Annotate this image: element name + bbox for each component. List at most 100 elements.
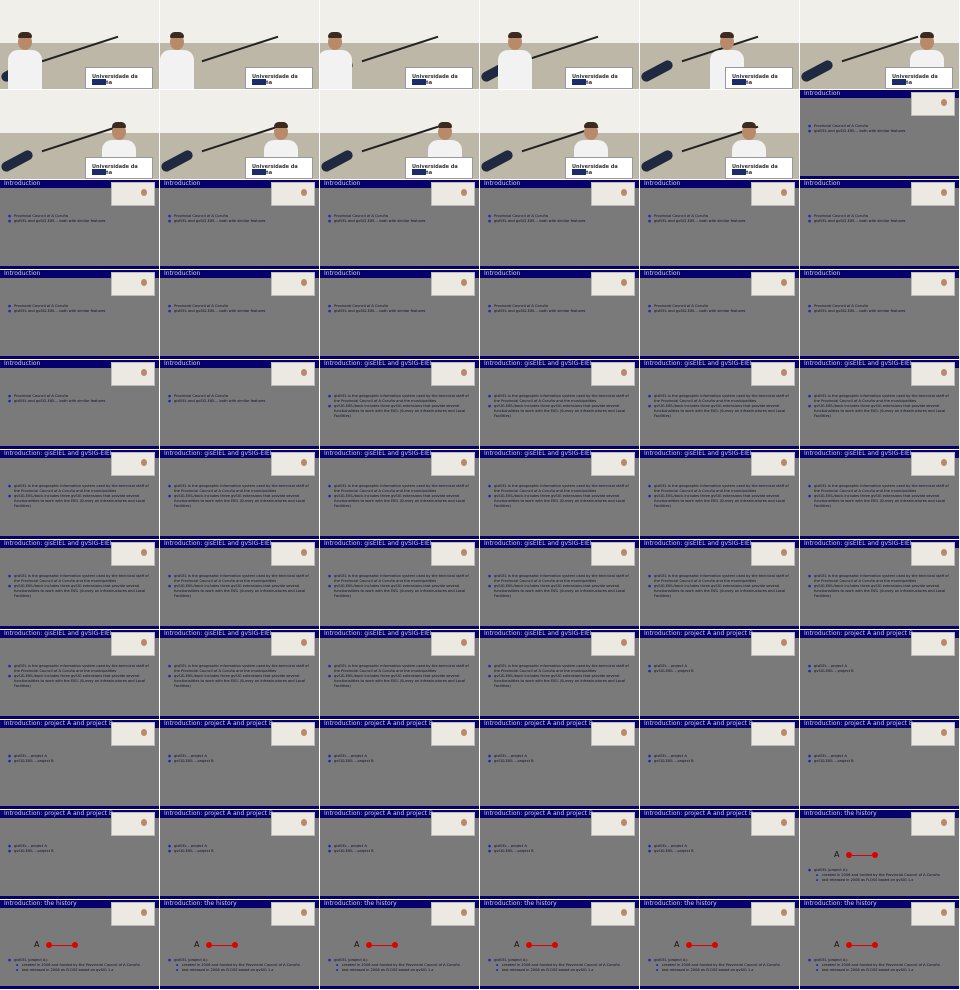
- slide-frame: Introduction: gisEIEL and gvSIG-EIEL gisE…: [480, 630, 639, 719]
- diagram-node: [232, 942, 238, 948]
- slide-frame: Introduction: project A and project B gis…: [800, 630, 959, 719]
- projection-screen: [640, 90, 799, 133]
- slide-bullet: gisEIEL is the geographic information sy…: [488, 574, 633, 584]
- slide-title: Introduction: project A and project B: [164, 810, 274, 817]
- speaker-hair: [742, 122, 756, 128]
- speaker-inset-video: [271, 542, 315, 566]
- slide-body: Provincial Council of A CoruñagisEIEL an…: [808, 124, 953, 134]
- slide-footer: [160, 806, 319, 809]
- slide-bullet: gisEIEL is the geographic information sy…: [648, 574, 793, 584]
- speaker-inset-video: [591, 902, 635, 926]
- diagram-label: A: [194, 940, 200, 949]
- diagram-arrow: [212, 945, 232, 946]
- slide-body: gisEIEL – project AgvSIG-EIEL – project …: [808, 664, 953, 674]
- slide-frame: Introduction: the history AgisEIEL (proje…: [160, 900, 319, 989]
- slide-body: gisEIEL – project AgvSIG-EIEL – project …: [488, 844, 633, 854]
- slide-title: Introduction: gisEIEL and gvSIG-EIEL: [324, 450, 434, 457]
- slide-bullet: last released in 2008 as FLOSS based on …: [488, 968, 633, 973]
- slide-bullet: gvSIG-EIEL/back includes three gvSIG ext…: [8, 494, 153, 509]
- slide-body: gisEIEL (project A):created in 2006 and …: [648, 958, 793, 973]
- slide-bullet: gvSIG-EIEL – project B: [8, 849, 153, 854]
- slide-title: Introduction: project A and project B: [324, 720, 434, 727]
- podium-logo: [412, 169, 426, 175]
- diagram-label: A: [674, 940, 680, 949]
- slide-body: gisEIEL – project AgvSIG-EIEL – project …: [648, 754, 793, 764]
- projection-screen: [480, 90, 639, 133]
- speaker-inset-video: [271, 182, 315, 206]
- diagram-arrow: [372, 945, 392, 946]
- slide-title: Introduction: project A and project B: [804, 630, 914, 637]
- slide-footer: [0, 806, 159, 809]
- slide-body: gisEIEL is the geographic information sy…: [328, 664, 473, 689]
- slide-body: Provincial Council of A CoruñagisEIEL an…: [8, 394, 153, 404]
- slide-title: Introduction: gisEIEL and gvSIG-EIEL: [4, 540, 114, 547]
- camera-frame: Universidade da Coruña: [320, 90, 479, 179]
- diagram-node: [552, 942, 558, 948]
- slide-body: gisEIEL is the geographic information sy…: [648, 574, 793, 599]
- slide-bullet: gisEIEL is the geographic information sy…: [488, 484, 633, 494]
- slide-footer: [800, 716, 959, 719]
- slide-bullet: gvSIG-EIEL/back includes three gvSIG ext…: [488, 584, 633, 599]
- slide-frame: Introduction: gisEIEL and gvSIG-EIEL gisE…: [480, 360, 639, 449]
- slide-frame: Introduction: the history AgisEIEL (proje…: [800, 810, 959, 899]
- slide-title: Introduction: [164, 360, 201, 367]
- slide-footer: [160, 266, 319, 269]
- slide-title: Introduction: [644, 180, 681, 187]
- slide-bullet: gisEIEL and gvSIG-EIEL – both with simil…: [808, 129, 953, 134]
- speaker-inset-video: [591, 722, 635, 746]
- slide-bullet: gvSIG-EIEL/back includes three gvSIG ext…: [648, 494, 793, 509]
- slide-bullet: gisEIEL is the geographic information sy…: [328, 664, 473, 674]
- slide-body: gisEIEL is the geographic information sy…: [328, 394, 473, 419]
- speaker-body: [160, 50, 194, 89]
- slide-frame: Introduction: project A and project B gis…: [0, 720, 159, 809]
- slide-title: Introduction: gisEIEL and gvSIG-EIEL: [324, 360, 434, 367]
- slide-body: gisEIEL – project AgvSIG-EIEL – project …: [648, 844, 793, 854]
- speaker-inset-video: [431, 812, 475, 836]
- slide-title: Introduction: the history: [644, 900, 717, 907]
- slide-footer: [160, 446, 319, 449]
- slide-bullet: gvSIG-EIEL – project B: [648, 759, 793, 764]
- slide-bullet: gvSIG-EIEL/back includes three gvSIG ext…: [648, 584, 793, 599]
- slide-frame: Introduction: project A and project B gis…: [800, 720, 959, 809]
- slide-footer: [800, 446, 959, 449]
- slide-title: Introduction: the history: [804, 900, 877, 907]
- speaker-inset-video: [111, 632, 155, 656]
- speaker-inset-video: [911, 722, 955, 746]
- slide-body: gisEIEL – project AgvSIG-EIEL – project …: [168, 844, 313, 854]
- slide-body: gisEIEL – project AgvSIG-EIEL – project …: [328, 754, 473, 764]
- slide-bullet: gvSIG-EIEL – project B: [488, 759, 633, 764]
- slide-footer: [800, 896, 959, 899]
- slide-body: gisEIEL – project AgvSIG-EIEL – project …: [8, 754, 153, 764]
- projection-screen: [480, 0, 639, 43]
- slide-bullet: gisEIEL is the geographic information sy…: [8, 484, 153, 494]
- slide-footer: [640, 536, 799, 539]
- slide-footer: [800, 176, 959, 179]
- slide-frame: Introduction: project A and project B gis…: [480, 810, 639, 899]
- speaker-inset-video: [271, 902, 315, 926]
- podium: Universidade da Coruña: [405, 67, 473, 89]
- speaker-inset-video: [591, 632, 635, 656]
- speaker-hair: [920, 32, 934, 38]
- slide-bullet: gisEIEL and gvSIG-EIEL – both with simil…: [488, 309, 633, 314]
- slide-bullet: gvSIG-EIEL – project B: [168, 849, 313, 854]
- slide-frame: Introduction Provincial Council of A Coru…: [800, 90, 959, 179]
- slide-frame: Introduction: gisEIEL and gvSIG-EIEL gisE…: [320, 360, 479, 449]
- projection-screen: [320, 0, 479, 43]
- projection-screen: [0, 90, 159, 133]
- speaker-inset-video: [751, 272, 795, 296]
- speaker-inset-video: [431, 182, 475, 206]
- slide-title: Introduction: [484, 180, 521, 187]
- slide-title: Introduction: gisEIEL and gvSIG-EIEL: [804, 450, 914, 457]
- slide-bullet: gvSIG-EIEL/back includes three gvSIG ext…: [808, 584, 953, 599]
- slide-body: gisEIEL is the geographic information sy…: [168, 484, 313, 509]
- slide-bullet: gvSIG-EIEL – project B: [328, 849, 473, 854]
- slide-frame: Introduction: gisEIEL and gvSIG-EIEL gisE…: [320, 450, 479, 539]
- slide-bullet: gisEIEL is the geographic information sy…: [648, 484, 793, 494]
- slide-body: gisEIEL is the geographic information sy…: [8, 484, 153, 509]
- slide-footer: [480, 896, 639, 899]
- speaker-inset-video: [911, 182, 955, 206]
- slide-footer: [640, 806, 799, 809]
- slide-frame: Introduction Provincial Council of A Coru…: [160, 270, 319, 359]
- podium: Universidade da Coruña: [565, 157, 633, 179]
- projection-screen: [160, 90, 319, 133]
